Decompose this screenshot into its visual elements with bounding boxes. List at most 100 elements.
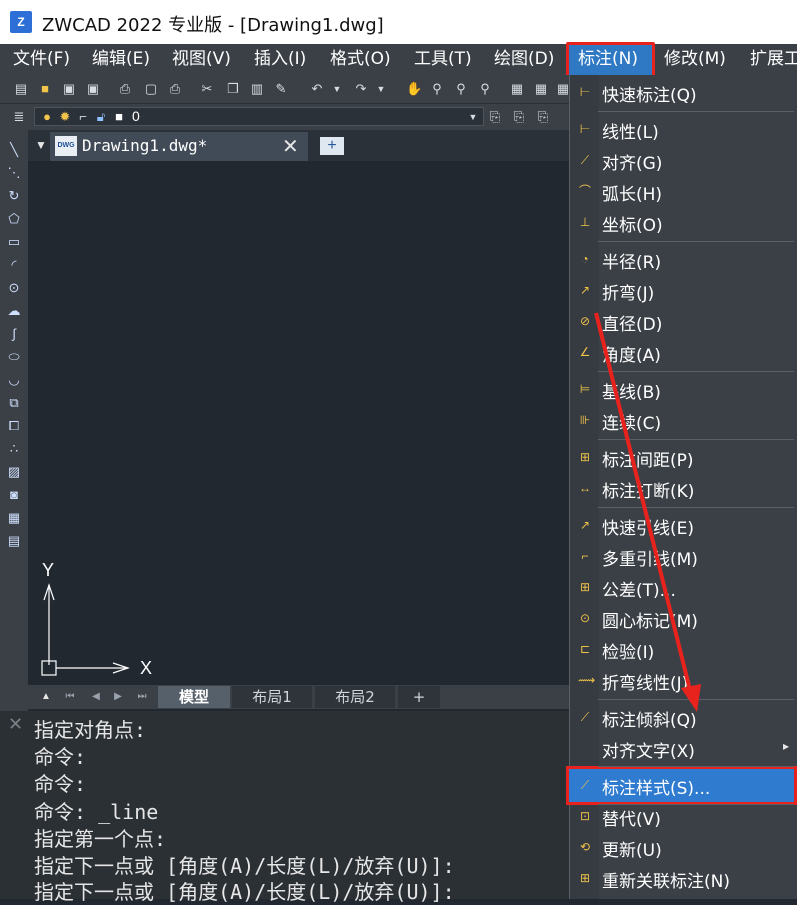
inspect-icon: ⊏ <box>579 642 591 656</box>
zoom-window-icon[interactable]: ⚲ <box>454 82 468 96</box>
layer-dropdown-icon[interactable]: ▼ <box>466 110 480 124</box>
menu-item-reassociate[interactable]: ⊞ 重新关联标注(N) <box>569 863 797 893</box>
point-tool-icon[interactable]: ∴ <box>7 442 21 456</box>
insert-block-icon[interactable]: ⧉ <box>7 396 21 410</box>
menu-item-continue[interactable]: ⊪ 连续(C) <box>569 405 797 435</box>
menu-modify[interactable]: 修改(M) <box>664 44 726 75</box>
command-close-icon[interactable]: ✕ <box>8 714 23 735</box>
line-tool-icon[interactable]: ╲ <box>7 143 21 157</box>
region-tool-icon[interactable]: ◙ <box>7 488 21 502</box>
zoom-previous-icon[interactable]: ⚲ <box>478 82 492 96</box>
properties-icon[interactable]: ▦ <box>510 82 524 96</box>
menu-tools[interactable]: 工具(T) <box>414 44 472 75</box>
undo-icon[interactable]: ↶ <box>310 82 324 96</box>
ellipse-tool-icon[interactable]: ⬭ <box>7 350 21 364</box>
save-icon[interactable]: ▣ <box>62 82 76 96</box>
add-layout-button[interactable]: + <box>398 686 440 708</box>
new-file-icon[interactable]: ▤ <box>14 82 28 96</box>
layer-state-icon[interactable]: ⎘ <box>536 110 550 124</box>
revcloud-tool-icon[interactable]: ☁ <box>7 304 21 318</box>
last-layout-icon[interactable]: ⏭ <box>134 689 150 705</box>
zoom-realtime-icon[interactable]: ⚲ <box>430 82 444 96</box>
pan-icon[interactable]: ✋ <box>406 82 422 96</box>
match-properties-icon[interactable]: ✎ <box>274 82 288 96</box>
print-preview-icon[interactable]: ▢ <box>144 82 158 96</box>
menu-item-linear[interactable]: ⊢ 线性(L) <box>569 114 797 144</box>
previous-layout-icon[interactable]: ◀ <box>88 689 104 705</box>
menu-edit[interactable]: 编辑(E) <box>92 44 150 75</box>
print-icon[interactable]: ⎙ <box>118 82 132 96</box>
paste-icon[interactable]: ▥ <box>250 82 264 96</box>
menu-item-dim-break[interactable]: ↔ 标注打断(K) <box>569 473 797 503</box>
polygon-tool-icon[interactable]: ⬠ <box>7 212 21 226</box>
menu-separator <box>598 111 794 112</box>
ellipse-arc-tool-icon[interactable]: ◡ <box>7 373 21 387</box>
menu-item-align-text[interactable]: 对齐文字(X) ▸ <box>569 733 797 763</box>
arc-tool-icon[interactable]: ◜ <box>7 258 21 272</box>
menu-item-quick-dim[interactable]: ⊢ 快速标注(Q) <box>569 77 797 107</box>
menu-item-arc-length[interactable]: ⌒ 弧长(H) <box>569 176 797 206</box>
menu-format[interactable]: 格式(O) <box>330 44 391 75</box>
menu-view[interactable]: 视图(V) <box>172 44 231 75</box>
menu-extend[interactable]: 扩展工 <box>750 44 797 75</box>
redo-dropdown-icon[interactable]: ▼ <box>374 82 388 96</box>
menu-item-override[interactable]: ⊡ 替代(V) <box>569 801 797 831</box>
menu-item-radius[interactable]: ◔ 半径(R) <box>569 244 797 274</box>
tool-palette-icon[interactable]: ▦ <box>556 82 570 96</box>
make-block-icon[interactable]: ⧠ <box>7 419 21 433</box>
make-current-icon[interactable]: ⎘ <box>488 110 502 124</box>
layer-lock-icon: 🔓︎ <box>96 109 106 124</box>
menu-item-jogged[interactable]: ↗ 折弯(J) <box>569 275 797 305</box>
menu-insert[interactable]: 插入(I) <box>254 44 306 75</box>
menu-item-update[interactable]: ⟲ 更新(U) <box>569 832 797 862</box>
plot-icon[interactable]: ⎙ <box>168 82 182 96</box>
tab-layout1[interactable]: 布局1 <box>232 686 312 708</box>
tab-list-dropdown-icon[interactable]: ▼ <box>35 138 47 152</box>
menu-item-center-mark[interactable]: ⊙ 圆心标记(M) <box>569 603 797 633</box>
menu-item-dim-style[interactable]: ⟋ 标注样式(S)... <box>569 770 797 800</box>
arc-length-icon: ⌒ <box>578 184 591 198</box>
new-tab-button[interactable]: + <box>320 137 344 155</box>
tab-close-icon[interactable]: ✕ <box>282 134 299 159</box>
menu-item-tolerance[interactable]: ⊞ 公差(T)... <box>569 572 797 602</box>
next-layout-icon[interactable]: ▶ <box>110 689 126 705</box>
submenu-arrow-icon: ▸ <box>783 739 790 753</box>
first-layout-icon[interactable]: ⏮ <box>62 689 78 705</box>
copy-icon[interactable]: ❐ <box>226 82 240 96</box>
menu-item-oblique[interactable]: ⟋ 标注倾斜(Q) <box>569 702 797 732</box>
redo-icon[interactable]: ↷ <box>354 82 368 96</box>
cut-icon[interactable]: ✂ <box>200 82 214 96</box>
command-history-line: 命令: <box>34 745 87 769</box>
collapse-up-icon[interactable]: ▲ <box>38 689 54 705</box>
layer-previous-icon[interactable]: ⎘ <box>512 110 526 124</box>
undo-dropdown-icon[interactable]: ▼ <box>330 82 344 96</box>
polyline-tool-icon[interactable]: ↻ <box>7 189 21 203</box>
menu-item-baseline[interactable]: ⊨ 基线(B) <box>569 374 797 404</box>
design-center-icon[interactable]: ▦ <box>534 82 548 96</box>
hatch-tool-icon[interactable]: ▨ <box>7 465 21 479</box>
circle-tool-icon[interactable]: ⊙ <box>7 281 21 295</box>
menu-item-qleader[interactable]: ↗ 快速引线(E) <box>569 510 797 540</box>
menu-draw[interactable]: 绘图(D) <box>494 44 554 75</box>
open-folder-icon[interactable]: ■ <box>38 82 52 96</box>
menu-item-angular[interactable]: ∠ 角度(A) <box>569 337 797 367</box>
rectangle-tool-icon[interactable]: ▭ <box>7 235 21 249</box>
spline-tool-icon[interactable]: ∫ <box>7 327 21 341</box>
menu-separator <box>598 699 794 700</box>
menu-item-dim-space[interactable]: ⊞ 标注间距(P) <box>569 442 797 472</box>
menu-item-jogged-linear[interactable]: ⟿ 折弯线性(J) <box>569 665 797 695</box>
xline-tool-icon[interactable]: ⋱ <box>7 166 21 180</box>
menu-item-aligned[interactable]: ⟋ 对齐(G) <box>569 145 797 175</box>
save-as-icon[interactable]: ▣ <box>86 82 100 96</box>
menu-item-inspect[interactable]: ⊏ 检验(I) <box>569 634 797 664</box>
menu-file[interactable]: 文件(F) <box>13 44 70 75</box>
menu-dimension[interactable]: 标注(N) <box>578 44 638 75</box>
table-tool-icon[interactable]: ▦ <box>7 511 21 525</box>
layer-manager-icon[interactable]: ≣ <box>12 110 26 124</box>
menu-item-diameter[interactable]: ⊘ 直径(D) <box>569 306 797 336</box>
menu-item-ordinate[interactable]: ⊥ 坐标(O) <box>569 207 797 237</box>
mtext-tool-icon[interactable]: ▤ <box>7 534 21 548</box>
tab-layout2[interactable]: 布局2 <box>315 686 395 708</box>
menu-item-mleader[interactable]: ⌐ 多重引线(M) <box>569 541 797 571</box>
tab-model[interactable]: 模型 <box>158 686 230 708</box>
